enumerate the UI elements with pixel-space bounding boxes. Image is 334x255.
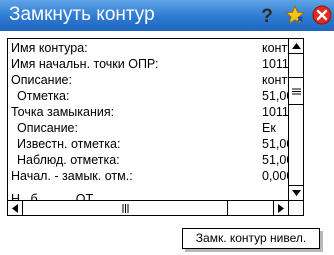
row-label: Наблюд. отметка: bbox=[17, 153, 120, 167]
row-value: 51,00 bbox=[262, 153, 288, 167]
list-item: Описание: Ек bbox=[8, 120, 288, 136]
row-value: 10112 bbox=[262, 57, 288, 71]
vertical-scroll-thumb[interactable] bbox=[289, 77, 303, 105]
scroll-up-button[interactable] bbox=[289, 39, 303, 54]
list-item: Начал. - замык. отм.: 0,000 bbox=[8, 168, 288, 184]
scroll-left-button[interactable] bbox=[8, 201, 23, 215]
details-list: Имя контура: конту Имя начальн. точки ОП… bbox=[8, 39, 288, 200]
list-item: Наблюд. отметка: 51,00 bbox=[8, 152, 288, 168]
help-icon[interactable]: ? bbox=[257, 5, 277, 25]
window-title: Замкнуть контур bbox=[9, 4, 155, 25]
row-label: Имя контура: bbox=[11, 41, 88, 55]
svg-text:?: ? bbox=[261, 6, 273, 25]
row-value: Ек bbox=[262, 121, 276, 135]
row-label: Известн. отметка: bbox=[17, 137, 121, 151]
scrollbar-corner bbox=[288, 200, 303, 215]
list-item: Точка замыкания: 10112 bbox=[8, 104, 288, 120]
horizontal-scrollbar[interactable] bbox=[8, 200, 288, 215]
list-item: Отметка: 51,00 bbox=[8, 88, 288, 104]
star-icon[interactable] bbox=[285, 5, 305, 25]
vertical-scrollbar[interactable] bbox=[288, 39, 303, 200]
row-value: 51,00 bbox=[262, 137, 288, 151]
row-value: конту bbox=[262, 73, 288, 87]
list-item: Имя начальн. точки ОПР: 10112 bbox=[8, 56, 288, 72]
details-panel: Имя контура: конту Имя начальн. точки ОП… bbox=[7, 38, 304, 216]
row-label: Точка замыкания: bbox=[11, 105, 115, 119]
scroll-down-button[interactable] bbox=[289, 185, 303, 200]
arrow-right-icon bbox=[278, 203, 284, 213]
arrow-left-icon bbox=[12, 203, 18, 213]
list-item: Н...б...........ОТ bbox=[8, 191, 288, 200]
row-label: Начал. - замык. отм.: bbox=[11, 169, 133, 183]
row-label: Имя начальн. точки ОПР: bbox=[11, 57, 159, 71]
tooltip: Замк. контур нивел. bbox=[182, 228, 320, 249]
grip-lines-icon bbox=[122, 203, 128, 213]
row-label: Н...б...........ОТ bbox=[11, 192, 94, 200]
list-item: Известн. отметка: 51,00 bbox=[8, 136, 288, 152]
arrow-down-icon bbox=[292, 190, 301, 196]
row-label: Описание: bbox=[11, 73, 72, 87]
list-item: Описание: конту bbox=[8, 72, 288, 88]
arrow-up-icon bbox=[292, 43, 301, 49]
title-bar: Замкнуть контур ? bbox=[0, 0, 334, 31]
row-label: Отметка: bbox=[17, 89, 70, 103]
list-item: Имя контура: конту bbox=[8, 40, 288, 56]
grip-lines-icon bbox=[292, 88, 301, 94]
row-value: 0,000 bbox=[262, 169, 288, 183]
row-value: 51,00 bbox=[262, 89, 288, 103]
row-value: конту bbox=[262, 41, 288, 55]
row-value: 10112 bbox=[262, 105, 288, 119]
close-icon[interactable] bbox=[312, 5, 332, 25]
horizontal-scroll-thumb[interactable] bbox=[23, 201, 228, 215]
row-label: Описание: bbox=[17, 121, 78, 135]
scroll-right-button[interactable] bbox=[273, 201, 288, 215]
